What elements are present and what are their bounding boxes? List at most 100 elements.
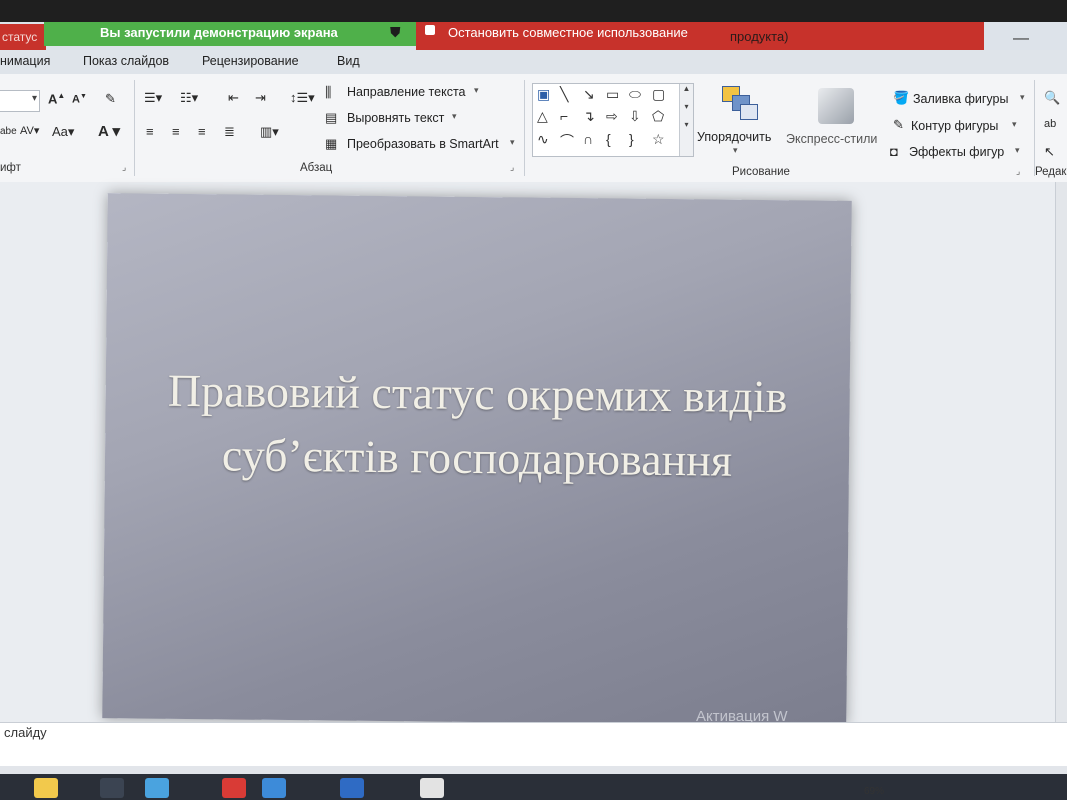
screen-share-banner: Вы запустили демонстрацию экрана ⛊ xyxy=(44,22,416,46)
char-spacing-icon[interactable]: AV▾ xyxy=(20,124,39,137)
slide-title[interactable]: Правовий статус окремих видів суб’єктів … xyxy=(165,359,790,494)
separator xyxy=(524,80,525,176)
increase-indent-icon[interactable]: ⇥ xyxy=(255,90,266,106)
app-icon[interactable] xyxy=(222,778,246,798)
chevron-down-icon: ▾ xyxy=(452,111,457,121)
right-arrow-shape-icon[interactable]: ⇨ xyxy=(606,108,618,125)
browser-icon[interactable] xyxy=(262,778,286,798)
vertical-scrollbar[interactable] xyxy=(1055,182,1067,722)
shapes-gallery[interactable]: ▣ ╲ ↘ ▭ ⬭ ▢ △ ⌐ ↴ ⇨ ⇩ ⬠ ∿ ⌒ ∩ { } ☆ ▲ ▾ ▾ xyxy=(532,83,694,157)
arc-shape-icon[interactable]: ⌒ xyxy=(560,131,574,151)
app-icon[interactable] xyxy=(420,778,444,798)
elbow-connector-icon[interactable]: ⌐ xyxy=(560,108,568,124)
line-shape-icon[interactable]: ╲ xyxy=(560,86,568,103)
shrink-font-icon[interactable]: A▼ xyxy=(72,93,87,106)
window-title-fragment: продукта) xyxy=(730,29,789,44)
tab-slideshow[interactable]: Показ слайдов xyxy=(83,54,169,68)
triangle-shape-icon[interactable]: △ xyxy=(537,108,548,125)
align-text-button[interactable]: Выровнять текст xyxy=(347,111,444,125)
app-icon[interactable] xyxy=(145,778,169,798)
drawing-dialog-launcher-icon[interactable]: ⌟ xyxy=(1016,166,1020,177)
chevron-down-icon: ▾ xyxy=(1015,145,1020,155)
strikethrough-icon[interactable]: abe xyxy=(0,126,17,137)
shape-effects-button[interactable]: Эффекты фигур xyxy=(909,145,1004,159)
ribbon: ▾ A▲ A▼ ✎ abe AV▾ Aa▾ A ▾ ифт ⌟ ☰▾ ☷▾ ⇤ … xyxy=(0,74,1067,183)
find-icon[interactable]: 🔍 xyxy=(1044,90,1060,106)
shape-fill-button[interactable]: Заливка фигуры xyxy=(913,92,1008,106)
font-size-box[interactable]: ▾ xyxy=(0,90,40,112)
freeform-shape-icon[interactable]: ∿ xyxy=(537,131,549,148)
minimize-button[interactable]: — xyxy=(1013,30,1029,48)
arrange-icon xyxy=(722,86,758,120)
select-icon[interactable]: ↖ xyxy=(1044,144,1055,160)
oval-shape-icon[interactable]: ⬭ xyxy=(629,86,641,103)
text-direction-icon: ⫼ xyxy=(325,84,332,100)
smartart-icon: ▦ xyxy=(325,136,338,151)
align-center-icon[interactable]: ≡ xyxy=(172,124,180,139)
rounded-rect-shape-icon[interactable]: ▢ xyxy=(652,86,665,103)
drawing-group-label: Рисование xyxy=(732,166,790,178)
status-indicator: статус xyxy=(0,24,46,50)
grow-font-icon[interactable]: A▲ xyxy=(48,91,65,106)
arrange-button[interactable]: Упорядочить xyxy=(697,130,771,144)
status-bar xyxy=(0,766,1067,774)
paint-bucket-icon: 🪣 xyxy=(893,90,910,105)
shape-outline-button[interactable]: Контур фигуры xyxy=(911,119,998,133)
font-dialog-launcher-icon[interactable]: ⌟ xyxy=(122,162,126,173)
ribbon-tabs: нимация Показ слайдов Рецензирование Вид xyxy=(0,50,1067,74)
curve-shape-icon[interactable]: ∩ xyxy=(583,131,593,147)
line-spacing-icon[interactable]: ↕☰▾ xyxy=(290,90,315,106)
right-brace-shape-icon[interactable]: } xyxy=(629,131,634,147)
down-arrow-shape-icon[interactable]: ⇩ xyxy=(629,108,641,125)
taskbar xyxy=(0,774,1067,800)
clear-format-icon[interactable]: ✎ xyxy=(105,91,116,107)
align-right-icon[interactable]: ≡ xyxy=(198,124,206,139)
editing-group-label: Редак xyxy=(1035,166,1067,178)
shapes-scrollbar[interactable]: ▲ ▾ ▾ xyxy=(679,84,693,156)
numbering-icon[interactable]: ☷▾ xyxy=(180,90,198,106)
slide-canvas[interactable]: Правовий статус окремих видів суб’єктів … xyxy=(102,193,852,726)
star-shape-icon[interactable]: ☆ xyxy=(652,131,665,148)
stop-sharing-label: Остановить совместное использование xyxy=(448,25,688,40)
shield-icon: ⛊ xyxy=(390,24,401,40)
justify-icon[interactable]: ≣ xyxy=(224,124,235,140)
screen-share-text: Вы запустили демонстрацию экрана xyxy=(100,25,338,40)
replace-icon[interactable]: ab xyxy=(1044,118,1056,130)
tab-animation[interactable]: нимация xyxy=(0,54,50,68)
separator xyxy=(1034,80,1035,176)
paragraph-dialog-launcher-icon[interactable]: ⌟ xyxy=(510,162,514,173)
quick-styles-button[interactable]: Экспресс-стили xyxy=(786,132,877,146)
columns-icon[interactable]: ▥▾ xyxy=(260,124,279,140)
task-view-icon[interactable] xyxy=(100,778,124,798)
elbow-arrow-icon[interactable]: ↴ xyxy=(583,108,595,125)
word-icon[interactable] xyxy=(340,778,364,798)
paragraph-group-label: Абзац xyxy=(300,162,333,174)
effects-icon: ◘ xyxy=(890,144,898,159)
tab-view[interactable]: Вид xyxy=(337,54,360,68)
tab-review[interactable]: Рецензирование xyxy=(202,54,299,68)
textbox-shape-icon[interactable]: ▣ xyxy=(537,86,550,103)
top-black-bar xyxy=(0,0,1067,22)
weather-icon[interactable] xyxy=(34,778,58,798)
pentagon-shape-icon[interactable]: ⬠ xyxy=(652,108,664,125)
quick-styles-icon xyxy=(818,88,854,124)
align-left-icon[interactable]: ≡ xyxy=(146,124,154,139)
rectangle-shape-icon[interactable]: ▭ xyxy=(606,86,619,103)
zoom-level[interactable]: 69% xyxy=(864,786,884,797)
left-brace-shape-icon[interactable]: { xyxy=(606,131,611,147)
notes-pane[interactable]: слайду xyxy=(0,722,1067,767)
chevron-down-icon: ▾ xyxy=(733,145,738,155)
convert-smartart-button[interactable]: Преобразовать в SmartArt xyxy=(347,137,499,151)
stop-sharing-button[interactable]: Остановить совместное использование прод… xyxy=(416,22,984,50)
font-group-label: ифт xyxy=(0,162,21,174)
bullets-icon[interactable]: ☰▾ xyxy=(144,90,162,106)
separator xyxy=(134,80,135,176)
text-direction-button[interactable]: Направление текста xyxy=(347,85,466,99)
chevron-down-icon: ▾ xyxy=(510,137,515,147)
notes-placeholder: слайду xyxy=(4,725,47,740)
decrease-indent-icon[interactable]: ⇤ xyxy=(228,90,239,106)
font-color-icon[interactable]: A ▾ xyxy=(98,122,120,140)
arrow-line-shape-icon[interactable]: ↘ xyxy=(583,86,595,103)
stop-square-icon xyxy=(425,25,435,35)
change-case-icon[interactable]: Aa▾ xyxy=(52,124,74,140)
